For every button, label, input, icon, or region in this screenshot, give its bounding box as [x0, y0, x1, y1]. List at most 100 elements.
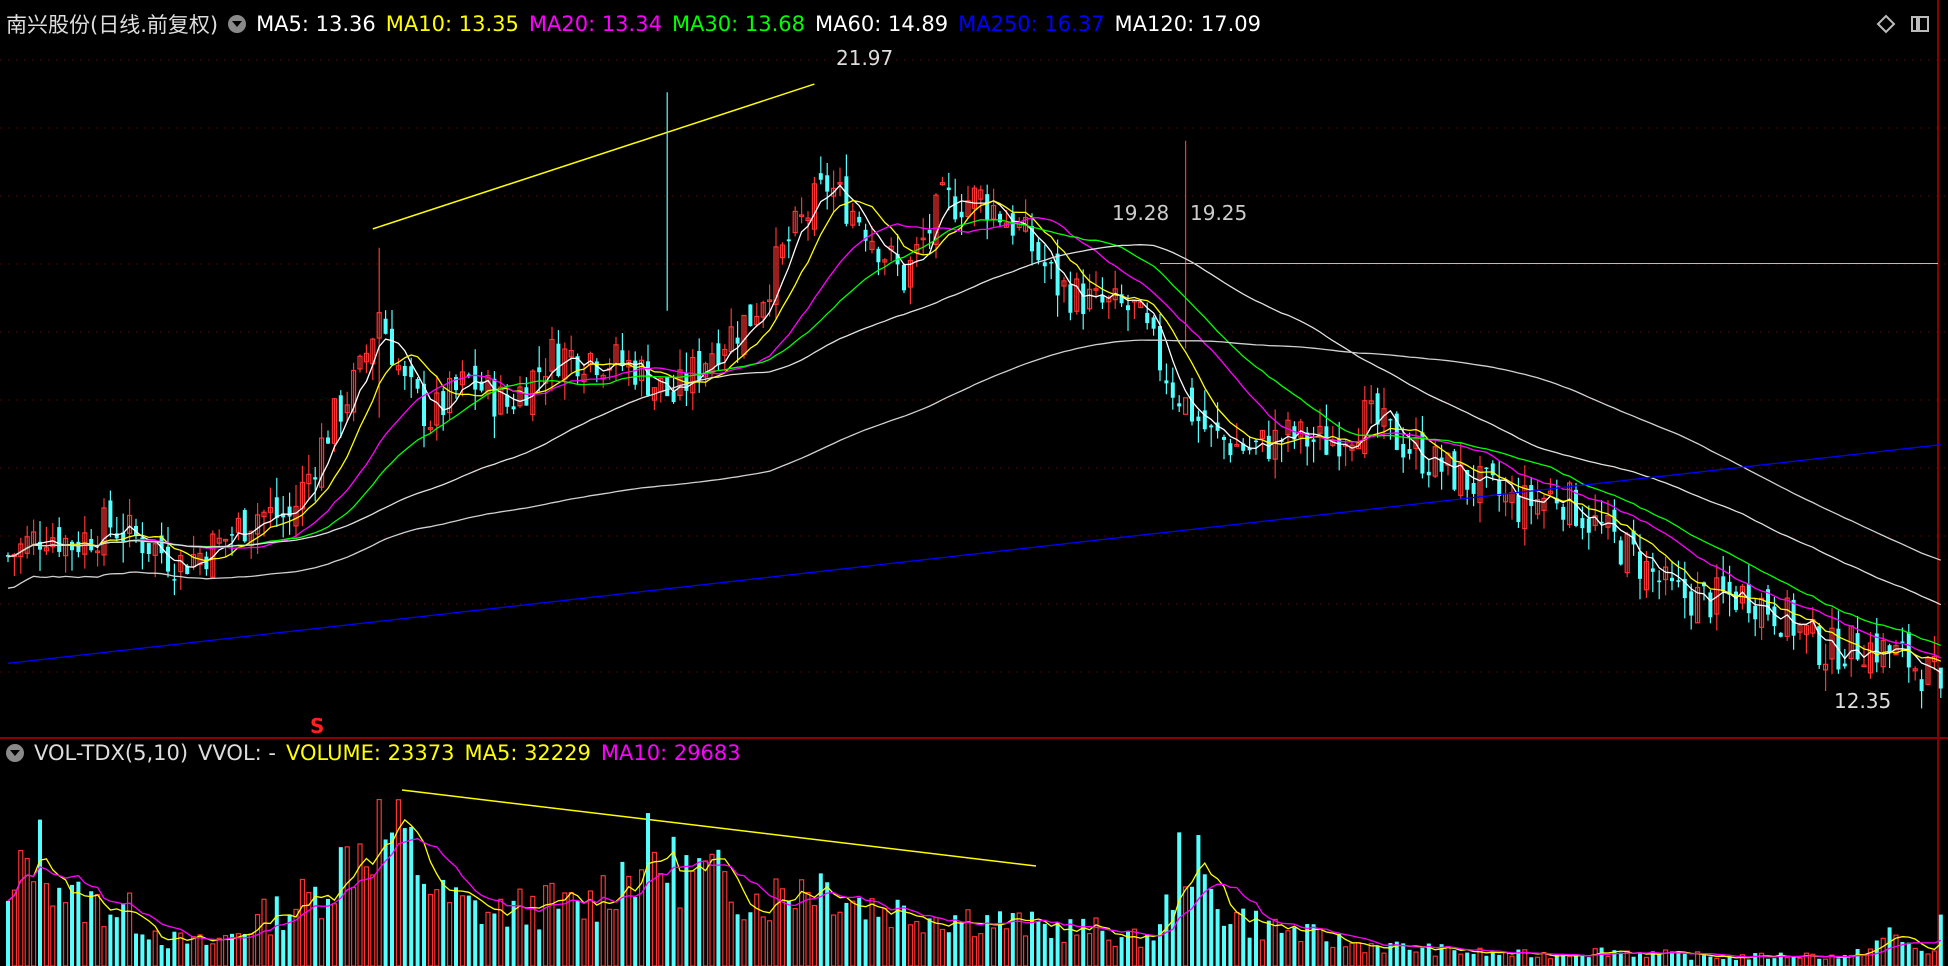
volume-bar	[1689, 959, 1694, 966]
volume-bar	[1209, 888, 1214, 966]
volume-bar	[1055, 922, 1060, 966]
volume-bar	[1061, 941, 1067, 966]
volume-bar	[1586, 957, 1591, 966]
volume-bar	[492, 913, 497, 966]
volume-bar	[383, 839, 388, 966]
volume-bar	[888, 926, 894, 966]
volume-bar	[1893, 934, 1899, 966]
candle-body	[1861, 664, 1867, 668]
volume-bar	[690, 870, 696, 966]
candle-body	[1081, 283, 1086, 315]
volume-bar	[811, 904, 818, 966]
candle-body	[338, 395, 343, 422]
volume-bar	[825, 882, 830, 966]
volume-bar	[454, 887, 458, 966]
volume-bar	[479, 923, 484, 966]
volume-bar	[152, 930, 158, 966]
volume-bar	[1342, 946, 1349, 966]
candle-body	[1151, 317, 1156, 329]
chevron-down-icon[interactable]	[228, 15, 247, 33]
candle-body	[1529, 485, 1534, 506]
candle-body	[1190, 387, 1194, 422]
volume-bar	[939, 928, 946, 966]
volume-bar	[965, 909, 971, 966]
candle-body	[1177, 403, 1182, 407]
candle-body	[1708, 592, 1713, 618]
volume-bar	[1074, 934, 1080, 966]
candle-body	[1266, 435, 1271, 459]
volume-bar	[844, 902, 849, 966]
volume-bar	[1349, 942, 1355, 966]
volume-bar	[281, 930, 286, 966]
volume-bar	[31, 881, 37, 966]
volume-bar	[1445, 946, 1451, 966]
candle-body	[1516, 495, 1521, 522]
volume-bar	[1375, 946, 1380, 966]
candle-body	[146, 543, 151, 554]
ma30-line	[7, 219, 1942, 647]
volume-bar	[338, 847, 343, 966]
volume-bar	[850, 900, 856, 966]
candle-body	[242, 510, 247, 542]
kline-chart[interactable]: 21.97 19.28 19.25 12.35 S	[0, 0, 1948, 966]
volume-bar	[677, 907, 683, 966]
volume-bar	[1158, 924, 1162, 966]
candle-body	[1055, 253, 1060, 296]
candle-body	[1126, 305, 1130, 311]
candle-body	[735, 337, 740, 344]
window-icon[interactable]	[1910, 14, 1930, 34]
candle-body	[985, 194, 990, 220]
volume-bar	[1791, 956, 1796, 966]
volume-bar	[646, 813, 650, 966]
volume-bar	[1131, 928, 1138, 966]
candle-body	[1650, 568, 1655, 572]
volume-bar	[1643, 956, 1650, 966]
candle-body	[1254, 440, 1258, 443]
candle-body	[1484, 467, 1489, 469]
volume-bar	[357, 843, 363, 966]
volume-bar	[57, 887, 62, 966]
volume-bar	[748, 912, 753, 966]
moving-average-lines	[7, 184, 1942, 674]
candle-body	[1452, 451, 1457, 490]
volume-bar	[38, 819, 42, 966]
candle-body	[108, 500, 113, 528]
volume-bar	[1919, 950, 1924, 966]
high-price-label: 21.97	[836, 46, 893, 70]
candle-body	[1721, 576, 1726, 592]
volume-bar	[914, 920, 920, 966]
volume-bar	[197, 934, 203, 966]
vol-indicator-title: VOL-TDX(5,10)	[34, 741, 189, 765]
volume-bar	[524, 924, 529, 966]
candle-body	[1209, 425, 1214, 428]
candle-body	[1164, 380, 1169, 384]
volume-bar	[1420, 947, 1425, 966]
volume-bar	[1861, 954, 1867, 966]
volume-bar	[1702, 955, 1706, 966]
volume-bar	[568, 891, 574, 966]
volume-bar	[1502, 951, 1509, 966]
volume-bar	[210, 943, 216, 966]
volume-bar	[1836, 958, 1841, 966]
volume-bar	[594, 921, 599, 966]
ma250-label: MA250: 16.37	[958, 12, 1105, 36]
diamond-icon[interactable]	[1876, 14, 1896, 34]
volume-bar	[146, 939, 151, 966]
volume-bar	[363, 866, 369, 966]
volume-bar	[370, 874, 376, 966]
candle-body	[556, 343, 561, 377]
volume-bar	[1638, 952, 1642, 966]
volume-bar	[248, 933, 254, 966]
volume-bar	[1413, 951, 1419, 966]
chevron-down-icon[interactable]	[6, 744, 24, 762]
volume-bar	[166, 948, 170, 966]
ma120-label: MA120: 17.09	[1114, 12, 1261, 36]
volume-bar	[1285, 930, 1291, 966]
volume-bar	[185, 943, 190, 966]
candle-body	[1170, 382, 1175, 398]
volume-bar	[1324, 941, 1329, 966]
stock-title: 南兴股份(日线.前复权)	[6, 13, 219, 37]
volume-bar	[1049, 937, 1054, 966]
volume-bar	[204, 944, 209, 966]
volume-bar	[735, 914, 740, 966]
